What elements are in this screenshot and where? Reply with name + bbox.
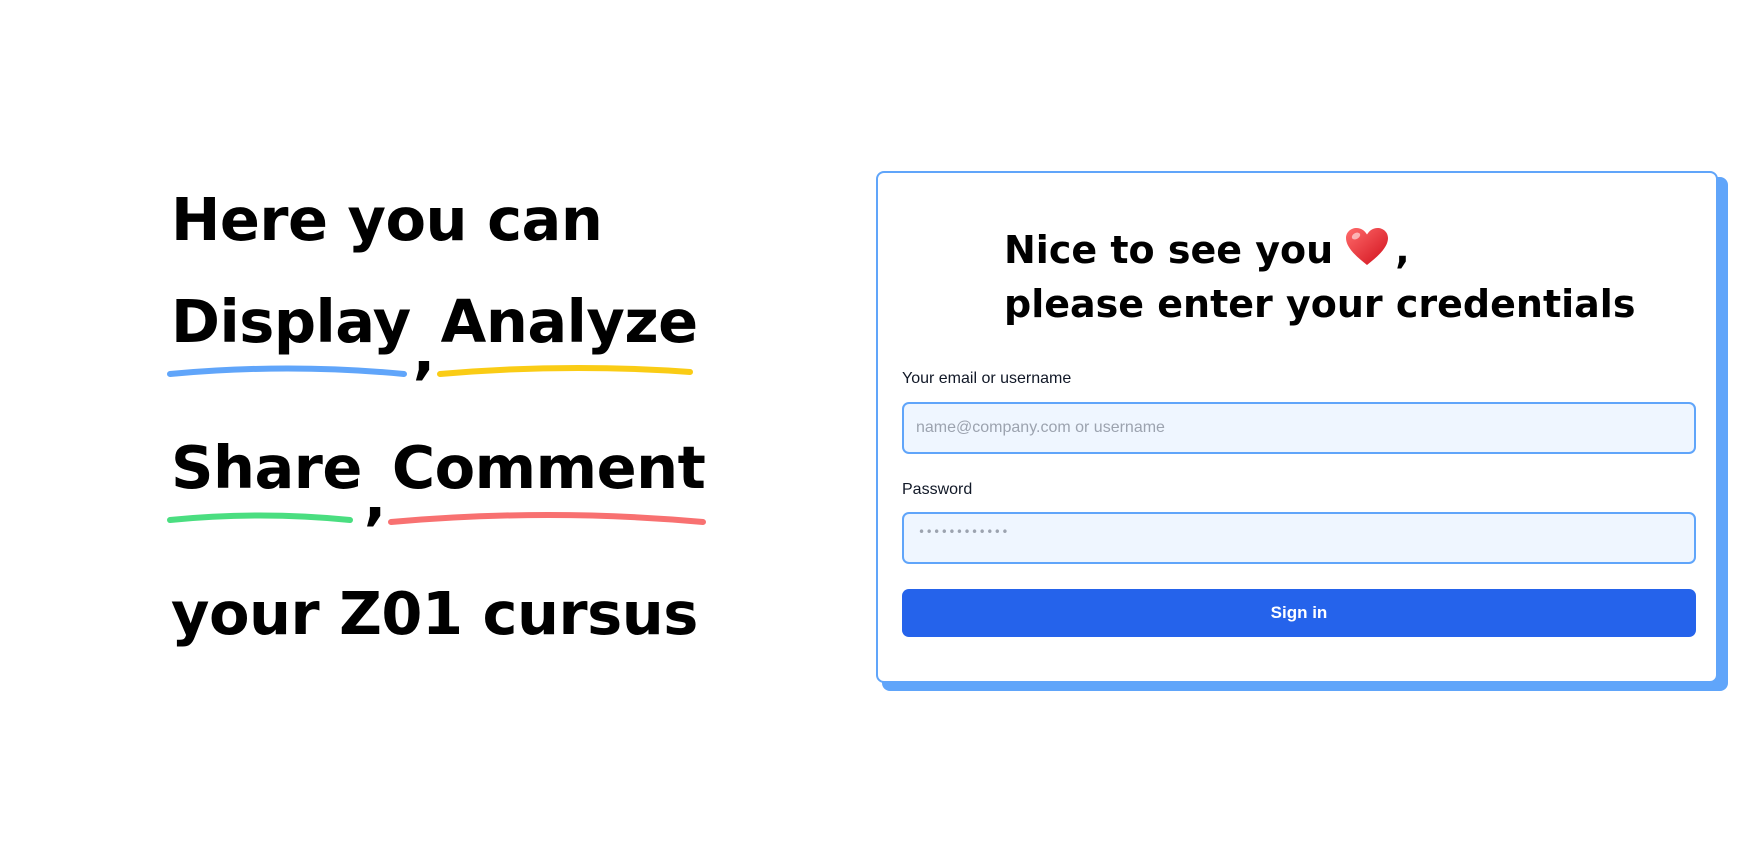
password-field[interactable] <box>902 512 1696 564</box>
hero-line-2: Display , Analyze <box>167 292 731 438</box>
greeting-comma: , <box>1395 228 1410 272</box>
greeting-text: Nice to see you <box>1004 228 1334 272</box>
hero-text: Here you can Display , Analyze Share , C… <box>167 190 731 730</box>
email-label: Your email or username <box>902 370 1072 387</box>
share-label: Share <box>171 433 362 502</box>
display-underline <box>167 365 407 377</box>
comma-1: , <box>412 317 435 386</box>
hero-line-3: Share , Comment <box>167 438 731 584</box>
comment-underline <box>387 512 706 525</box>
email-field[interactable] <box>902 402 1696 454</box>
hero-line-4: your Z01 cursus <box>171 584 731 730</box>
display-word: Display <box>167 292 411 377</box>
comma-2: , <box>363 463 386 532</box>
sign-in-button[interactable]: Sign in <box>902 589 1696 637</box>
comment-label: Comment <box>391 433 706 502</box>
password-label: Password <box>902 481 973 498</box>
hero-outro: your Z01 cursus <box>171 579 698 648</box>
greeting-line-2: please enter your credentials <box>1004 282 1636 326</box>
greeting-heading: Nice to see you , please enter your cred… <box>1004 225 1635 329</box>
share-underline <box>167 512 353 523</box>
login-card: Nice to see you , please enter your cred… <box>876 171 1718 683</box>
greeting-line-1: Nice to see you , <box>1004 225 1635 279</box>
login-page: Here you can Display , Analyze Share , C… <box>0 0 1746 855</box>
heart-icon <box>1345 227 1389 279</box>
comment-word: Comment <box>387 438 706 525</box>
analyze-label: Analyze <box>440 287 699 356</box>
hero-intro: Here you can <box>171 185 603 254</box>
share-word: Share <box>167 438 362 523</box>
analyze-word: Analyze <box>436 292 698 377</box>
display-label: Display <box>171 287 411 356</box>
analyze-underline <box>436 364 693 377</box>
hero-line-1: Here you can <box>171 190 731 292</box>
